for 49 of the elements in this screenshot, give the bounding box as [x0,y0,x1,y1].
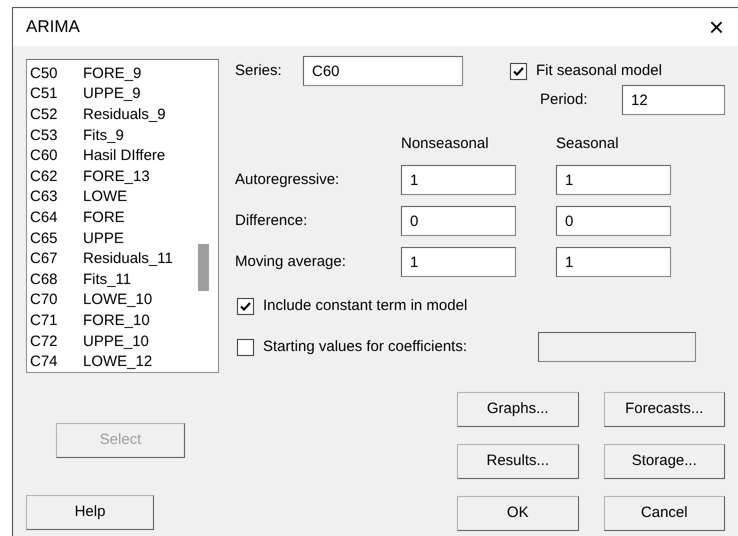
period-label: Period: [540,90,589,110]
seasonal-field[interactable]: 0 [556,206,671,236]
dialog-button[interactable]: Help [26,495,154,530]
list-item[interactable]: C68 Fits_11 [30,268,198,290]
list-item[interactable]: C53 Fits_9 [30,124,198,146]
list-item[interactable]: C74 LOWE_12 [30,351,198,372]
column-header: Nonseasonal [401,134,490,154]
close-button[interactable]: × [708,14,724,40]
list-item[interactable]: C62 FORE_13 [30,166,198,187]
checkbox-label: Fit seasonal model [536,60,662,81]
seasonal-field[interactable]: 1 [556,165,671,195]
column-header: Seasonal [556,134,620,154]
list-item[interactable]: C51 UPPE_9 [30,84,198,104]
list-item[interactable]: C67 Residuals_11 [30,248,198,269]
checkmark-icon [240,302,251,310]
list-item[interactable]: C63 LOWE [30,186,198,208]
window-title: ARIMA [26,16,80,38]
variable-list[interactable]: C50 FORE_9 C51 UPPE_9 C52 Residuals_9 C53 Fits_9 C60 Hasil DIffere C62 FORE_13 C63 LOWE C64 FORE C65 UPPE C67 Residuals_11 C68 Fits_11 C70 LOWE_10 C71 FORE_10 C72 UPPE_10 C74 LOWE_12 [26,59,219,373]
list-item[interactable]: C70 LOWE_10 [30,290,198,310]
checkbox[interactable] [237,338,254,356]
dialog-button[interactable]: Graphs... [457,392,578,427]
list-item[interactable]: C50 FORE_9 [30,63,198,84]
seasonal-field[interactable]: 1 [556,247,671,277]
parameter-label: Autoregressive: [235,170,340,190]
list-item[interactable]: C60 Hasil DIffere [30,145,198,166]
checkbox[interactable] [510,62,527,80]
dialog-button[interactable]: Forecasts... [604,392,725,427]
parameter-label: Difference: [235,210,308,231]
checkbox-label: Include constant term in model [263,296,468,316]
nonseasonal-field[interactable]: 1 [401,247,516,277]
checkmark-icon [513,66,524,76]
scrollbar-thumb[interactable] [198,244,209,291]
series-label: Series: [235,60,283,81]
list-item[interactable]: C65 UPPE [30,228,198,248]
dialog-button[interactable]: Cancel [604,496,725,531]
dialog-button[interactable]: Results... [457,444,578,479]
period-field[interactable]: 12 [622,85,725,115]
checkbox[interactable] [237,298,254,314]
dialog-button[interactable]: OK [457,496,578,531]
series-field[interactable]: C60 [303,56,463,86]
nonseasonal-field[interactable]: 1 [401,165,516,195]
dialog-button[interactable]: Storage... [604,444,725,479]
nonseasonal-field[interactable]: 0 [401,206,516,236]
list-item[interactable]: C72 UPPE_10 [30,330,198,352]
list-item[interactable]: C52 Residuals_9 [30,104,198,125]
list-item[interactable]: C71 FORE_10 [30,310,198,331]
parameter-label: Moving average: [235,252,347,272]
checkbox-label: Starting values for coefficients: [263,336,468,357]
list-item[interactable]: C64 FORE [30,207,198,228]
